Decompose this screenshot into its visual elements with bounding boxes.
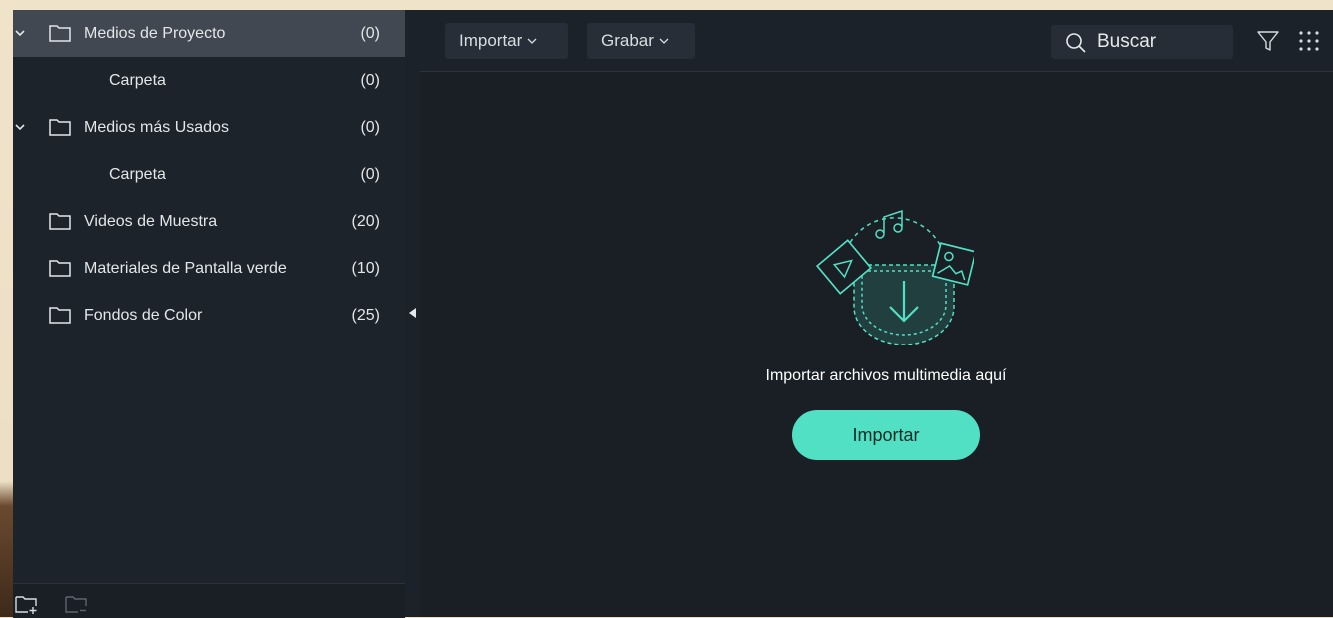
sidebar-item-project-folder[interactable]: Carpeta (0) <box>13 57 405 104</box>
sidebar-item-sample-videos[interactable]: Videos de Muestra (20) <box>13 198 405 245</box>
import-button[interactable]: Importar <box>792 410 980 460</box>
sidebar-item-label: Carpeta <box>109 166 166 183</box>
sidebar-item-green-screen[interactable]: Materiales de Pantalla verde (10) <box>13 245 405 292</box>
delete-folder-icon[interactable] <box>65 594 89 614</box>
sidebar-item-most-used-folder[interactable]: Carpeta (0) <box>13 151 405 198</box>
media-sidebar: Medios de Proyecto (0) Carpeta (0) Medio… <box>13 10 405 618</box>
sidebar-item-project-media[interactable]: Medios de Proyecto (0) <box>13 10 405 57</box>
sidebar-item-count: (20) <box>351 213 380 230</box>
media-library-window: Medios de Proyecto (0) Carpeta (0) Medio… <box>13 10 1333 618</box>
chevron-down-icon[interactable] <box>13 104 27 151</box>
desktop-background-edge <box>0 0 13 617</box>
sidebar-item-count: (0) <box>360 25 380 42</box>
import-dropdown-button[interactable]: Importar <box>445 23 568 59</box>
chevron-down-icon <box>659 38 669 44</box>
folder-icon <box>49 119 71 136</box>
sidebar-item-color-backgrounds[interactable]: Fondos de Color (25) <box>13 292 405 339</box>
sidebar-item-count: (25) <box>351 307 380 324</box>
sidebar-footer <box>13 583 405 618</box>
sidebar-item-label: Carpeta <box>109 72 166 89</box>
sidebar-item-label: Fondos de Color <box>84 307 203 324</box>
media-toolbar: Importar Grabar <box>420 10 1333 72</box>
search-icon <box>1066 33 1086 53</box>
search-box[interactable] <box>1051 25 1233 59</box>
folder-icon <box>49 213 71 230</box>
media-content-area: Importar Grabar Buscar Importar archivos… <box>420 10 1333 617</box>
sidebar-item-count: (0) <box>360 166 380 183</box>
folder-icon <box>49 25 71 42</box>
sidebar-item-label: Medios de Proyecto <box>84 25 226 42</box>
folder-icon <box>49 260 71 277</box>
chevron-down-icon[interactable] <box>13 10 27 57</box>
desktop-background-top <box>0 0 1333 10</box>
sidebar-item-label: Materiales de Pantalla verde <box>84 260 287 277</box>
collapse-sidebar-arrow-icon[interactable] <box>409 308 416 318</box>
search-input[interactable] <box>1097 25 1227 59</box>
record-dropdown-label: Grabar <box>601 31 654 50</box>
folder-icon <box>49 307 71 324</box>
record-dropdown-button[interactable]: Grabar <box>587 23 695 59</box>
chevron-down-icon <box>527 38 537 44</box>
sidebar-item-label: Medios más Usados <box>84 119 229 136</box>
sidebar-item-count: (10) <box>351 260 380 277</box>
import-dropdown-label: Importar <box>459 31 523 50</box>
empty-state-message: Importar archivos multimedia aquí <box>765 367 1007 384</box>
sidebar-item-label: Videos de Muestra <box>84 213 218 230</box>
import-media-illustration-icon <box>816 209 974 345</box>
filter-icon[interactable] <box>1256 29 1280 53</box>
new-folder-icon[interactable] <box>15 594 39 614</box>
sidebar-item-count: (0) <box>360 72 380 89</box>
sidebar-item-count: (0) <box>360 119 380 136</box>
grid-view-icon[interactable] <box>1297 29 1321 53</box>
sidebar-item-most-used-media[interactable]: Medios más Usados (0) <box>13 104 405 151</box>
